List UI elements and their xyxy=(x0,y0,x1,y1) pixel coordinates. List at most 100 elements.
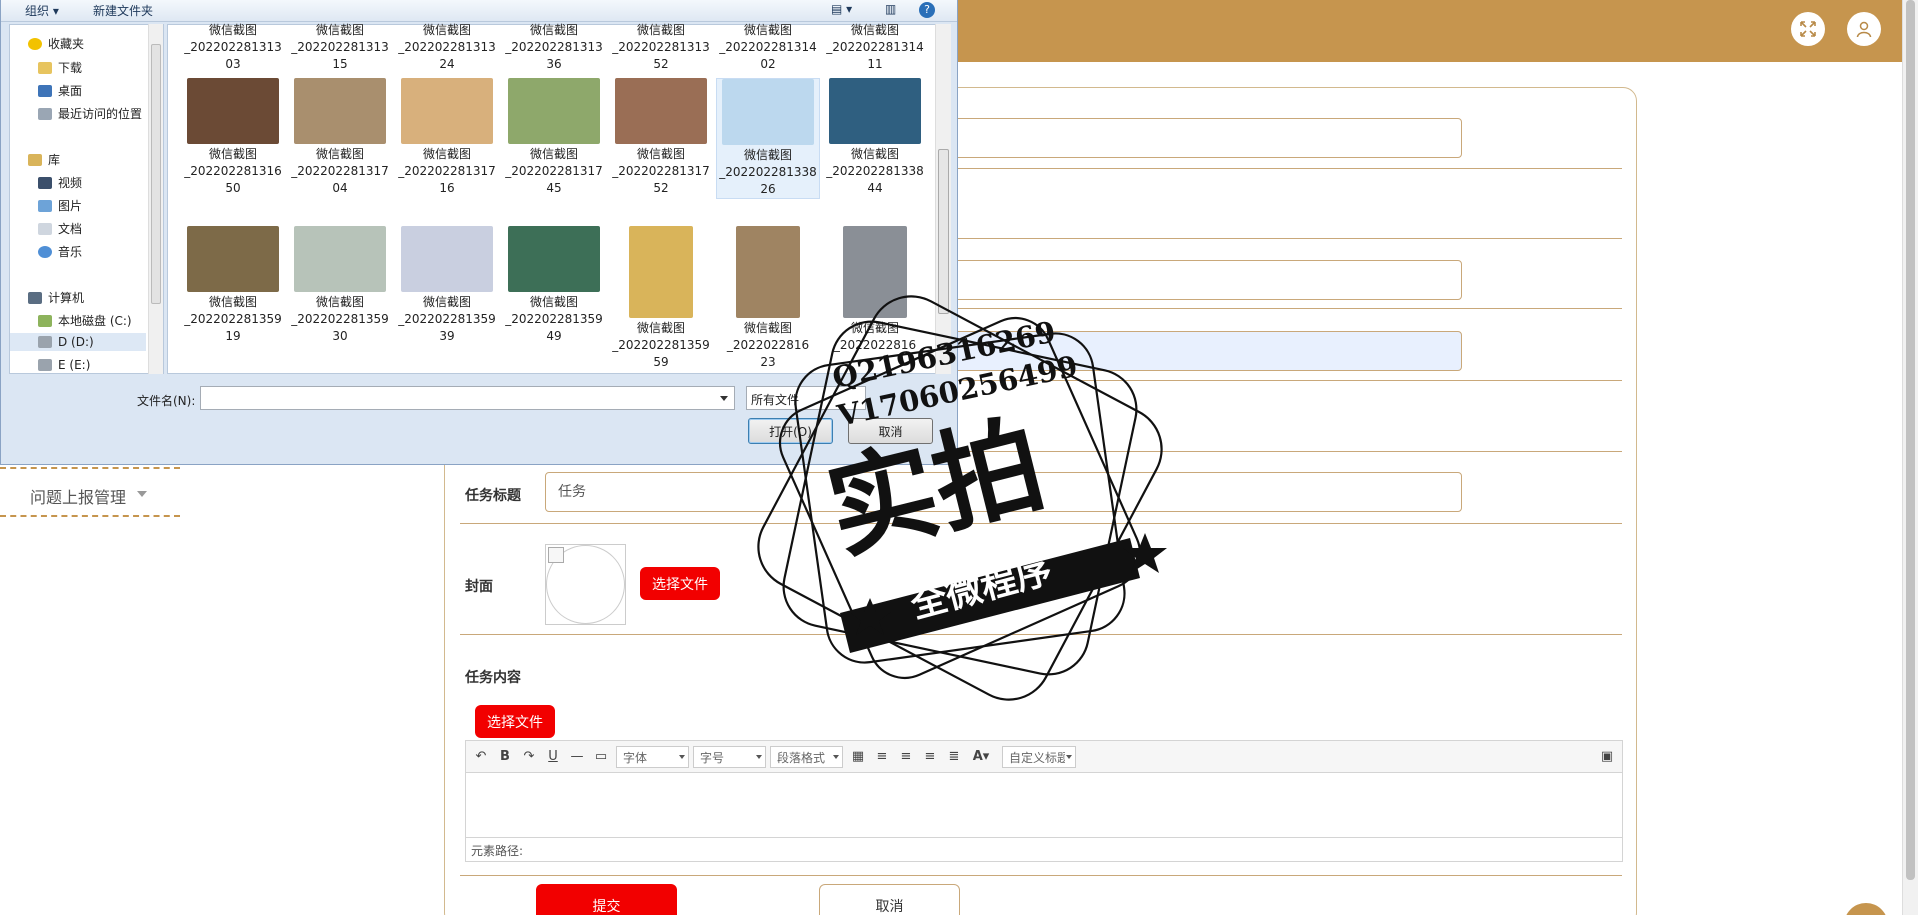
documents-icon xyxy=(38,222,52,235)
file-tile[interactable]: 微信截图 _202202281359 39 xyxy=(395,226,499,345)
file-name-line: 39 xyxy=(439,329,455,343)
file-thumbnail xyxy=(187,226,279,292)
file-thumbnail xyxy=(629,226,693,318)
file-name-line: 52 xyxy=(653,181,669,195)
expand-arrows-icon[interactable] xyxy=(1791,12,1825,46)
file-tile[interactable]: 微信截图 _202202281313 03 xyxy=(181,22,285,73)
nav-desktop[interactable]: 桌面 xyxy=(38,82,82,99)
dropdown-arrow-icon xyxy=(720,396,728,401)
caret-down-icon xyxy=(137,491,147,497)
nav-recent[interactable]: 最近访问的位置 xyxy=(38,105,142,122)
nav-pictures[interactable]: 图片 xyxy=(38,197,82,214)
content-choose-file-button[interactable]: 选择文件 xyxy=(475,705,555,738)
underline-icon[interactable]: U xyxy=(544,747,562,765)
file-name-line: 02 xyxy=(760,57,776,71)
undo-icon[interactable]: ↶ xyxy=(472,747,490,765)
file-tile[interactable]: 微信截图 _202202281338 26 xyxy=(716,78,820,199)
file-name-line: 49 xyxy=(546,329,562,343)
align-center-icon[interactable]: ≡ xyxy=(921,747,939,765)
nav-computer[interactable]: 计算机 xyxy=(28,289,84,306)
file-name-line: 微信截图 xyxy=(636,321,685,335)
file-thumbnail xyxy=(829,78,921,144)
file-tile[interactable]: 微信截图 _202202281317 16 xyxy=(395,78,499,197)
file-tile[interactable]: 微信截图 _202202281313 15 xyxy=(288,22,392,73)
sidebar-item-issue-report[interactable]: 问题上报管理 xyxy=(0,467,180,517)
file-thumbnail xyxy=(615,78,707,144)
page-icon[interactable]: ▭ xyxy=(592,747,610,765)
file-name-line: _202202281359 xyxy=(505,312,603,326)
fullscreen-icon[interactable]: ▣ xyxy=(1598,747,1616,765)
user-icon[interactable] xyxy=(1847,12,1881,46)
nav-documents[interactable]: 文档 xyxy=(38,220,82,237)
page-scrollbar[interactable] xyxy=(1902,0,1918,915)
paragraph-format-select[interactable]: 段落格式 xyxy=(770,746,843,768)
file-name-line: _202202281317 xyxy=(505,164,603,178)
file-tile[interactable]: 微信截图 _202202281313 52 xyxy=(609,22,713,73)
floating-action-button[interactable] xyxy=(1844,903,1888,915)
file-thumbnail xyxy=(722,79,814,145)
help-icon[interactable]: ? xyxy=(919,2,935,18)
file-name-line: _202202281313 xyxy=(398,40,496,54)
file-tile[interactable]: 微信截图 _202202281313 24 xyxy=(395,22,499,73)
file-name-line: _202202281316 xyxy=(184,164,282,178)
font-size-select[interactable]: 字号 xyxy=(693,746,766,768)
file-tile[interactable]: 微信截图 _202202281338 44 xyxy=(823,78,927,197)
organize-menu[interactable]: 组织 ▾ xyxy=(25,2,59,19)
view-options-icon[interactable]: ▤ ▾ xyxy=(831,2,852,16)
custom-heading-select[interactable]: 自定义标题 xyxy=(1002,746,1076,768)
file-name-line: 59 xyxy=(653,355,669,369)
new-folder-button[interactable]: 新建文件夹 xyxy=(93,2,153,19)
nav-drive-c[interactable]: 本地磁盘 (C:) xyxy=(38,312,132,329)
file-name-line: _202202281338 xyxy=(826,164,924,178)
nav-music[interactable]: 音乐 xyxy=(38,243,82,260)
align-left-icon[interactable]: ≡ xyxy=(873,747,891,765)
nav-videos[interactable]: 视频 xyxy=(38,174,82,191)
file-tile[interactable]: 微信截图 _202202281359 59 xyxy=(609,226,713,371)
file-tile[interactable]: 微信截图 _202202281359 30 xyxy=(288,226,392,345)
file-name-line: _202202281338 xyxy=(719,165,817,179)
file-name-line: 微信截图 xyxy=(208,23,257,37)
watermark-stamp: Q2196316269 V17060256499 实拍 全微程序 xyxy=(757,295,1167,701)
file-name-line: _202202281317 xyxy=(291,164,389,178)
file-tile[interactable]: 微信截图 _202202281317 04 xyxy=(288,78,392,197)
bold-icon[interactable]: B xyxy=(496,747,514,765)
nav-downloads[interactable]: 下载 xyxy=(38,59,82,76)
form-cancel-button[interactable]: 取消 xyxy=(819,884,960,915)
file-thumbnail xyxy=(508,226,600,292)
redo-icon[interactable]: ↷ xyxy=(520,747,538,765)
file-name-line: 44 xyxy=(867,181,883,195)
cover-choose-file-button[interactable]: 选择文件 xyxy=(640,567,720,600)
table-icon[interactable]: ▦ xyxy=(849,747,867,765)
navigation-scrollbar[interactable] xyxy=(148,24,163,374)
file-tile[interactable]: 微信截图 _202202281317 45 xyxy=(502,78,606,197)
nav-drive-e[interactable]: E (E:) xyxy=(38,358,90,372)
file-name-line: 微信截图 xyxy=(850,23,899,37)
nav-drive-d[interactable]: D (D:) xyxy=(10,333,146,351)
preview-pane-icon[interactable]: ▥ xyxy=(885,2,896,16)
nav-libraries[interactable]: 库 xyxy=(28,151,60,168)
file-name-line: 微信截图 xyxy=(636,147,685,161)
file-tile[interactable]: 微信截图 _202202281317 52 xyxy=(609,78,713,197)
recent-places-icon xyxy=(38,107,52,120)
file-tile[interactable]: 微信截图 _202202281359 19 xyxy=(181,226,285,345)
align-justify-icon[interactable]: ≣ xyxy=(945,747,963,765)
font-family-select[interactable]: 字体 xyxy=(616,746,689,768)
nav-favorites[interactable]: 收藏夹 xyxy=(28,35,84,52)
align-right-icon[interactable]: ≡ xyxy=(897,747,915,765)
font-color-icon[interactable]: A▾ xyxy=(972,747,990,765)
file-name-line: 16 xyxy=(439,181,455,195)
file-tile[interactable]: 微信截图 _202202281314 02 xyxy=(716,22,820,73)
file-tile[interactable]: 微信截图 _202202281359 49 xyxy=(502,226,606,345)
file-name-line: 15 xyxy=(332,57,348,71)
rich-text-editor[interactable]: ↶ B ↷ U — ▭ 字体 字号 段落格式 ▦ ≡ ≡ ≡ ≣ A▾ 自定义标… xyxy=(465,740,1623,862)
file-tile[interactable]: 微信截图 _202202281314 11 xyxy=(823,22,927,73)
file-name-line: 11 xyxy=(867,57,883,71)
submit-button[interactable]: 提交 xyxy=(536,884,677,915)
file-tile[interactable]: 微信截图 _202202281313 36 xyxy=(502,22,606,73)
drive-icon xyxy=(38,314,52,327)
dialog-toolbar: 组织 ▾ 新建文件夹 ▤ ▾ ▥ ? xyxy=(1,0,957,22)
file-name-line: 微信截图 xyxy=(743,23,792,37)
horizontal-rule-icon[interactable]: — xyxy=(568,747,586,765)
filename-input[interactable] xyxy=(200,386,735,410)
file-tile[interactable]: 微信截图 _202202281316 50 xyxy=(181,78,285,197)
